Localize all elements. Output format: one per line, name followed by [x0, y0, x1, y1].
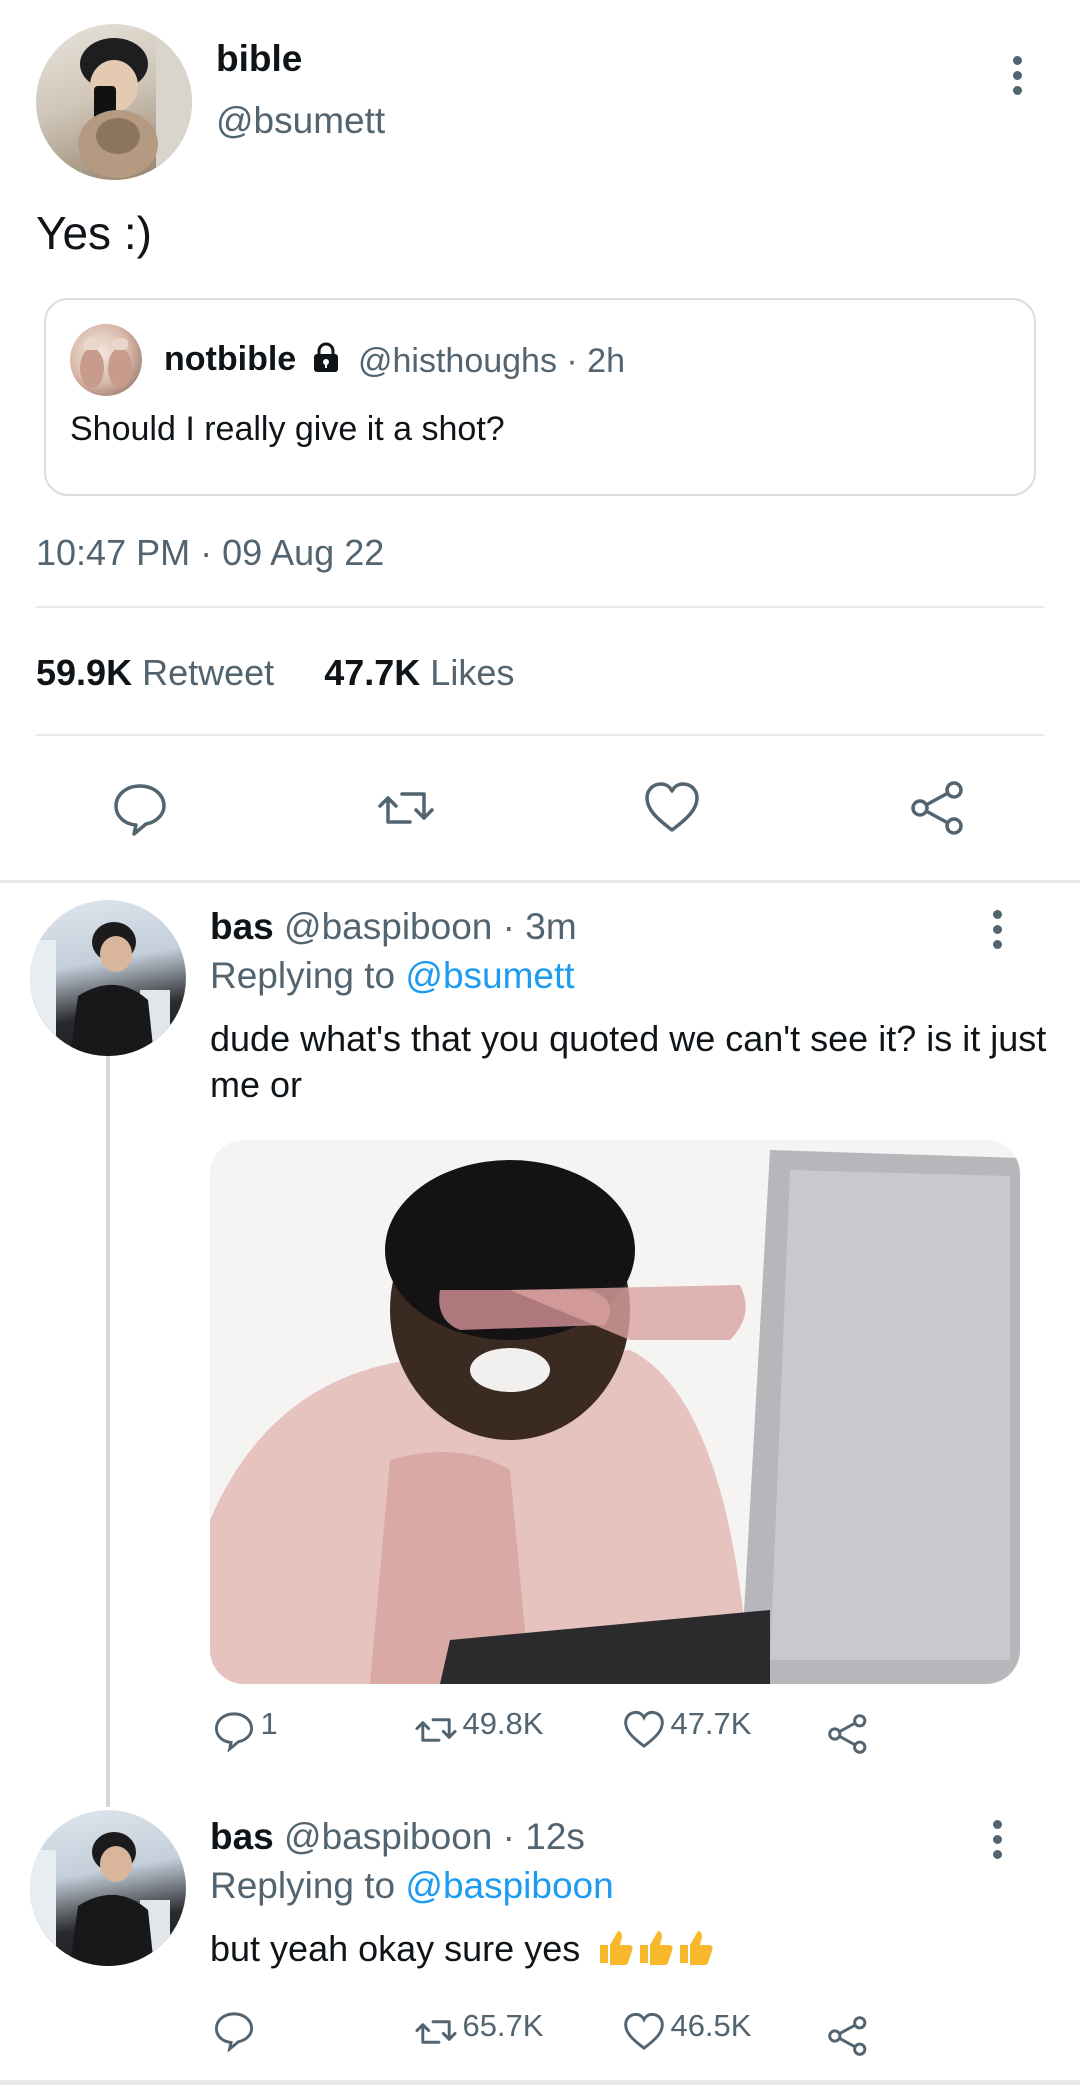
- replying-to-mention[interactable]: @baspiboon: [405, 1865, 613, 1906]
- reply-handle-time[interactable]: @baspiboon · 12s: [284, 1816, 585, 1857]
- reply-icon[interactable]: [110, 778, 170, 838]
- reply-header: bas @baspiboon · 3m: [210, 906, 577, 948]
- retweet-label: Retweet: [142, 652, 275, 693]
- thumbs-up-icon: [640, 1931, 673, 1965]
- reply-author-avatar[interactable]: [30, 900, 186, 1056]
- quoted-author-name: notbible: [164, 340, 297, 378]
- like-icon: [624, 1710, 664, 1748]
- reply-action-like[interactable]: 47.7K: [622, 1706, 751, 1752]
- retweet-count: 49.8K: [462, 1706, 544, 1741]
- like-icon: [624, 2012, 664, 2050]
- retweet-icon: [415, 1718, 457, 1742]
- replying-to-label: Replying to: [210, 1865, 396, 1906]
- reply-text: but yeah okay sure yes: [210, 1928, 581, 1969]
- thread-connector-line: [106, 1055, 110, 1807]
- protected-lock-icon: [314, 342, 338, 372]
- retweet-icon: [415, 2020, 457, 2044]
- share-icon[interactable]: [908, 778, 968, 838]
- author-display-name[interactable]: bible: [216, 38, 302, 80]
- quoted-tweet-text: Should I really give it a shot?: [70, 410, 505, 448]
- meme-image: [210, 1140, 1020, 1684]
- avatar-photo: [30, 922, 170, 1056]
- replying-to-mention[interactable]: @bsumett: [405, 955, 574, 996]
- likes-count: 47.7K: [324, 652, 421, 693]
- share-icon[interactable]: [826, 1712, 870, 1756]
- quoted-author-avatar: [70, 324, 142, 396]
- divider: [36, 606, 1044, 608]
- reply-author-avatar[interactable]: [30, 1810, 186, 1966]
- avatar-photo: [78, 24, 192, 180]
- engagement-stats: 59.9K Retweet 47.7K Likes: [36, 652, 514, 694]
- likes-stat[interactable]: 47.7K Likes: [324, 652, 514, 693]
- reply-more-options-icon[interactable]: [993, 1820, 1005, 1865]
- tweet-text: Yes :): [36, 207, 152, 259]
- like-icon[interactable]: [642, 778, 702, 838]
- reply-more-options-icon[interactable]: [993, 910, 1005, 955]
- reply-handle-time[interactable]: @baspiboon · 3m: [284, 906, 577, 947]
- thumbs-up-icon: [600, 1931, 633, 1965]
- quoted-tweet-card[interactable]: notbible @histhoughs · 2h Should I reall…: [44, 298, 1036, 496]
- avatar-photo: [30, 1832, 170, 1966]
- like-count: 47.7K: [670, 1706, 752, 1741]
- quoted-author-handle-time: @histhoughs · 2h: [358, 342, 626, 380]
- likes-label: Likes: [430, 652, 515, 693]
- reply-author-name[interactable]: bas: [210, 906, 274, 947]
- thumbs-up-icon: [680, 1931, 713, 1965]
- share-icon[interactable]: [826, 2014, 870, 2058]
- thumbs-up-emoji-icons: [596, 1926, 716, 1972]
- retweet-count: 65.7K: [462, 2008, 544, 2043]
- reply-action-reply[interactable]: [212, 2008, 256, 2053]
- replying-to-line: Replying to @bsumett: [210, 955, 575, 997]
- replying-to-line: Replying to @baspiboon: [210, 1865, 614, 1907]
- like-count: 46.5K: [670, 2008, 752, 2043]
- reply-icon: [214, 2012, 254, 2053]
- reply-author-name[interactable]: bas: [210, 1816, 274, 1857]
- reply-media-image[interactable]: [210, 1140, 1020, 1684]
- reply-action-retweet[interactable]: 65.7K: [414, 2008, 543, 2054]
- section-divider: [0, 880, 1080, 883]
- retweet-icon[interactable]: [376, 778, 436, 838]
- reply-text-line: but yeah okay sure yes: [210, 1926, 1050, 1972]
- replying-to-label: Replying to: [210, 955, 396, 996]
- more-options-icon[interactable]: [1013, 56, 1025, 101]
- reply-text: dude what's that you quoted we can't see…: [210, 1018, 1047, 1105]
- tweet-timestamp[interactable]: 10:47 PM · 09 Aug 22: [36, 532, 384, 574]
- reply-count: 1: [260, 1706, 278, 1741]
- reply-action-retweet[interactable]: 49.8K: [414, 1706, 543, 1752]
- author-avatar[interactable]: [36, 24, 192, 180]
- reply-icon: [214, 1712, 254, 1753]
- retweet-count: 59.9K: [36, 652, 133, 693]
- author-handle[interactable]: @bsumett: [216, 100, 385, 142]
- reply-action-reply[interactable]: 1: [212, 1706, 278, 1753]
- reply-header: bas @baspiboon · 12s: [210, 1816, 585, 1858]
- retweet-stat[interactable]: 59.9K Retweet: [36, 652, 284, 693]
- divider: [36, 734, 1044, 736]
- reply-action-like[interactable]: 46.5K: [622, 2008, 751, 2054]
- bottom-divider: [0, 2080, 1080, 2085]
